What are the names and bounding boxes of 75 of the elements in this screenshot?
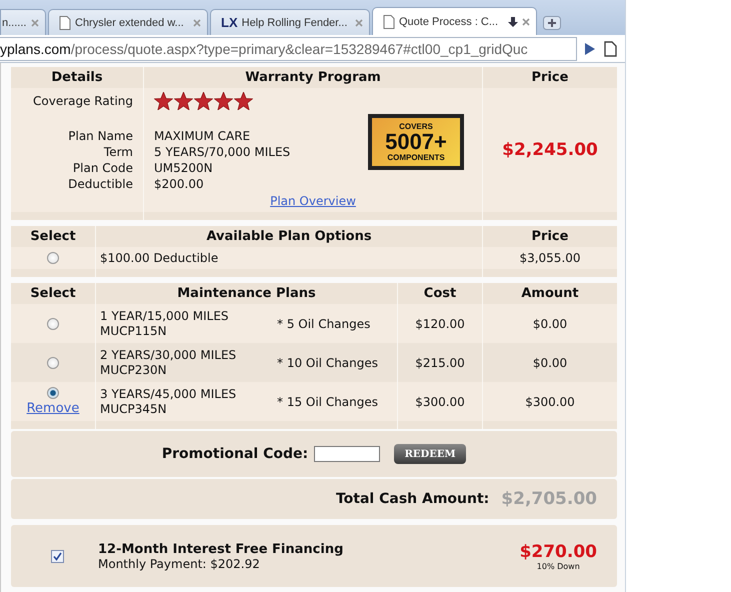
tab-title: n......	[2, 16, 28, 28]
field-value: $200.00	[154, 176, 205, 192]
radio-button[interactable]	[47, 252, 59, 264]
close-icon[interactable]	[355, 18, 363, 26]
plan-code: MUCP345N	[100, 402, 168, 416]
components-badge: COVERS 5007+ COMPONENTS	[368, 114, 464, 170]
close-icon[interactable]	[31, 18, 39, 26]
oil-changes: * 10 Oil Changes	[277, 356, 378, 370]
plan-term: 1 YEAR/15,000 MILES	[100, 308, 230, 324]
monthly-payment: Monthly Payment: $202.92	[98, 556, 261, 570]
plan-term: 3 YEARS/45,000 MILES	[100, 386, 238, 402]
page-icon	[59, 16, 71, 30]
browser-tab[interactable]: LX Help Rolling Fender...	[210, 9, 370, 35]
field-label: Plan Code	[72, 160, 133, 176]
go-arrow-icon[interactable]	[585, 42, 595, 54]
new-tab-icon[interactable]	[543, 16, 561, 30]
column-header: Amount	[483, 283, 617, 304]
column-header: Select	[11, 226, 95, 247]
promo-code-field[interactable]	[314, 446, 380, 462]
total-label: Total Cash Amount:	[336, 491, 490, 507]
radio-button[interactable]	[47, 356, 59, 368]
table-cell: $3,055.00	[519, 251, 581, 265]
field-label: Term	[104, 144, 133, 160]
column-header: Available Plan Options	[96, 226, 482, 247]
promo-code-label: Promotional Code:	[162, 446, 308, 462]
table-cell: $0.00	[532, 316, 568, 330]
plan-term: 2 YEARS/30,000 MILES	[100, 348, 238, 362]
table-cell: $0.00	[532, 356, 568, 370]
close-icon[interactable]	[193, 18, 201, 26]
tab-title: Chrysler extended w...	[75, 16, 185, 28]
url-path: /process/quote.aspx?type=primary&clear=153289467#ctl00_cp1_gridQuc	[70, 40, 528, 56]
down-payment: $270.00	[520, 542, 597, 562]
table-cell: $215.00	[415, 356, 465, 370]
financing-title: 12-Month Interest Free Financing	[98, 542, 344, 556]
radio-button[interactable]	[47, 318, 59, 330]
down-label: 10% Down	[536, 562, 580, 570]
column-header: Cost	[398, 283, 482, 304]
column-header: Details	[11, 67, 143, 88]
table-cell: $100.00 Deductible	[100, 251, 218, 265]
total-amount: $2,705.00	[501, 489, 597, 509]
plan-overview-link[interactable]: Plan Overview	[270, 194, 356, 208]
field-value: MAXIMUM CARE	[154, 128, 252, 144]
column-header: Price	[483, 67, 617, 88]
browser-tab[interactable]: Quote Process : C...	[372, 7, 537, 35]
checkbox[interactable]	[51, 550, 64, 562]
page-menu-icon[interactable]	[603, 40, 619, 56]
browser-tab[interactable]: Chrysler extended w...	[48, 9, 208, 35]
page-icon	[383, 14, 395, 28]
oil-changes: * 15 Oil Changes	[277, 394, 378, 408]
column-header: Select	[11, 283, 95, 304]
address-bar[interactable]: yplans.com/process/quote.aspx?type=primary&clear=153289467#ctl00_cp1_gridQuc	[0, 36, 577, 60]
tab-title: Help Rolling Fender...	[242, 16, 348, 28]
plan-code: MUCP230N	[100, 362, 168, 378]
column-header: Price	[483, 226, 617, 247]
redeem-button[interactable]: REDEEM	[394, 444, 466, 464]
download-arrow-icon	[508, 16, 518, 26]
favicon-logo: LX	[221, 15, 238, 30]
column-header: Warranty Program	[144, 67, 482, 88]
field-label: Plan Name	[68, 128, 133, 144]
plan-price: $2,245.00	[502, 140, 598, 160]
table-cell: $300.00	[525, 394, 575, 408]
url-domain: yplans.com	[0, 40, 71, 56]
radio-button[interactable]	[47, 387, 59, 399]
column-header: Maintenance Plans	[96, 283, 397, 304]
close-icon[interactable]	[522, 18, 530, 26]
plan-code: MUCP115N	[100, 324, 168, 338]
field-value: UM5200N	[154, 160, 214, 176]
browser-tab[interactable]: n......	[0, 9, 46, 35]
field-value: 5 YEARS/70,000 MILES	[154, 144, 290, 160]
table-cell: $120.00	[415, 316, 465, 330]
field-label: Deductible	[68, 176, 133, 192]
oil-changes: * 5 Oil Changes	[277, 316, 370, 330]
tab-title: Quote Process : C...	[399, 16, 500, 28]
table-cell: $300.00	[415, 394, 465, 408]
coverage-rating-label: Coverage Rating	[33, 94, 133, 108]
